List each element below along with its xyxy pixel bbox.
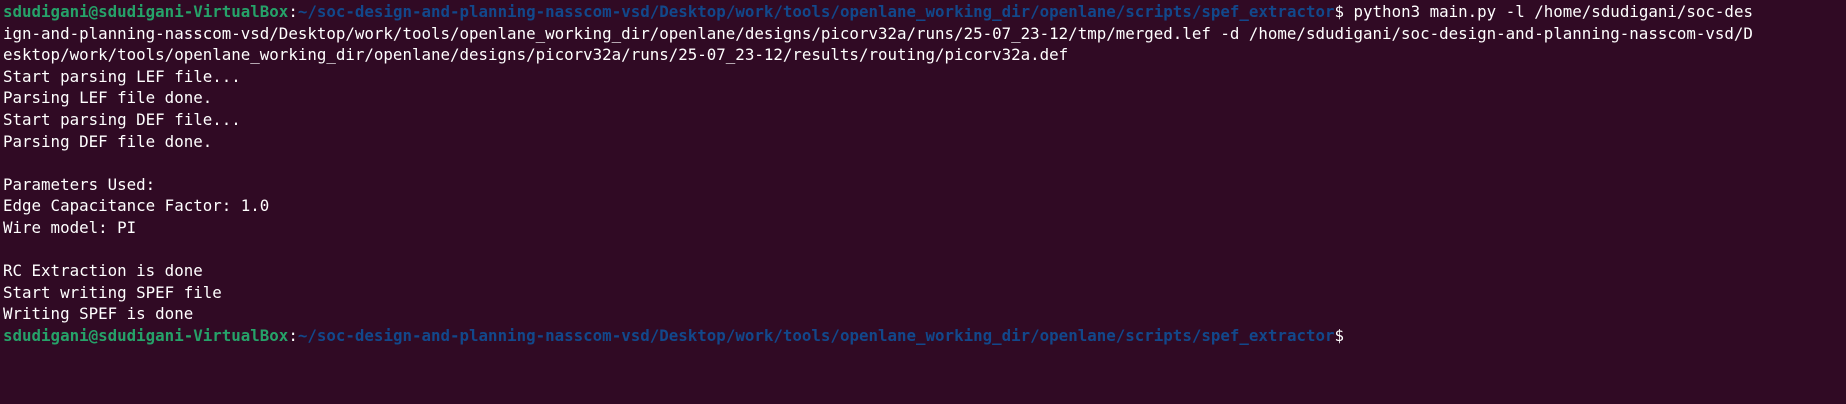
prompt-user-host: sdudigani@sdudigani-VirtualBox	[3, 2, 289, 21]
output-line: Start parsing DEF file...	[3, 109, 241, 129]
prompt-user-host: sdudigani@sdudigani-VirtualBox	[3, 325, 289, 345]
prompt-cwd: ~/soc-design-and-planning-nasscom-vsd/De…	[297, 2, 1335, 21]
prompt-colon: :	[288, 325, 298, 345]
text-cursor[interactable]	[1344, 327, 1353, 344]
output-line: Start parsing LEF file...	[3, 66, 241, 86]
output-line: Parsing LEF file done.	[3, 88, 213, 108]
command-wrap-line: esktop/work/tools/openlane_working_dir/o…	[3, 45, 1069, 65]
output-line: Writing SPEF is done	[3, 304, 194, 324]
command-text: python3 main.py -l /home/sdudigani/soc-d…	[1344, 2, 1753, 21]
active-prompt-line[interactable]: sdudigani@sdudigani-VirtualBox:~/soc-des…	[3, 325, 1846, 347]
output-line: Parsing DEF file done.	[3, 131, 213, 151]
prompt-colon: :	[288, 2, 298, 21]
output-line: Edge Capacitance Factor: 1.0	[3, 196, 270, 216]
output-line: Wire model: PI	[3, 217, 137, 237]
output-line: Parameters Used:	[3, 174, 156, 194]
output-line: Start writing SPEF file	[3, 282, 222, 302]
output-line: RC Extraction is done	[3, 261, 203, 281]
prompt-symbol: $	[1334, 325, 1345, 345]
command-line: sdudigani@sdudigani-VirtualBox:~/soc-des…	[3, 1, 1846, 23]
prompt-symbol: $	[1334, 2, 1345, 21]
prompt-cwd: ~/soc-design-and-planning-nasscom-vsd/De…	[297, 325, 1335, 345]
command-wrap-line: ign-and-planning-nasscom-vsd/Desktop/wor…	[3, 23, 1753, 43]
terminal-window[interactable]: sdudigani@sdudigani-VirtualBox:~/soc-des…	[0, 0, 1846, 404]
